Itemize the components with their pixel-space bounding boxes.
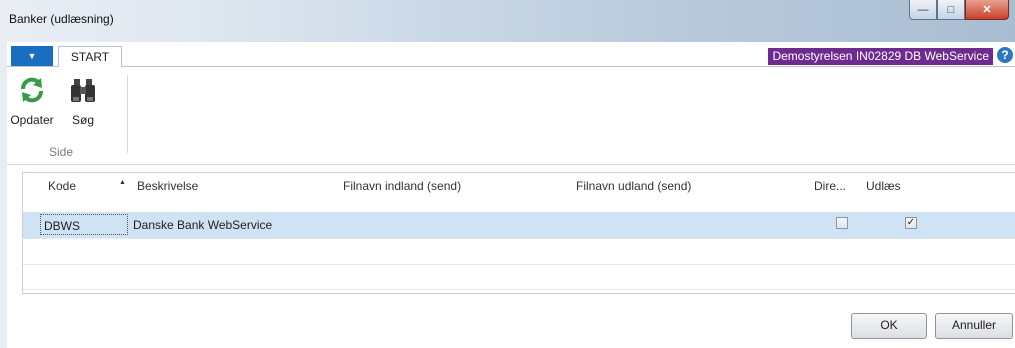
app-menu-button[interactable]: ▼	[11, 46, 53, 66]
company-badge[interactable]: Demostyrelsen IN02829 DB WebService	[768, 48, 993, 65]
tab-start[interactable]: START	[58, 46, 122, 68]
group-separator	[127, 75, 128, 153]
grid-header: Kode ▲ Beskrivelse Filnavn indland (send…	[23, 173, 1015, 201]
refresh-button[interactable]: Opdater	[9, 75, 55, 127]
beskrivelse-cell[interactable]: Danske Bank WebService	[133, 218, 272, 232]
column-header-udlaes[interactable]: Udlæs	[866, 179, 901, 193]
column-header-kode[interactable]: Kode	[48, 179, 76, 193]
bank-grid: Kode ▲ Beskrivelse Filnavn indland (send…	[22, 172, 1015, 294]
column-header-beskrivelse[interactable]: Beskrivelse	[137, 179, 198, 193]
column-header-filnavn-udland[interactable]: Filnavn udland (send)	[576, 179, 691, 193]
cancel-button[interactable]: Annuller	[935, 313, 1013, 339]
title-bar: Banker (udlæsning) — □ ✕	[0, 0, 1015, 42]
group-label: Side	[49, 145, 74, 159]
maximize-button[interactable]: □	[937, 0, 965, 20]
ribbon: Opdater Søg Side	[7, 67, 1015, 165]
help-icon[interactable]: ?	[997, 47, 1013, 63]
sort-ascending-icon: ▲	[119, 179, 126, 186]
ribbon-tabs: ▼ START Demostyrelsen IN02829 DB WebServ…	[7, 42, 1015, 68]
search-button[interactable]: Søg	[63, 75, 103, 127]
window-title: Banker (udlæsning)	[9, 12, 114, 26]
refresh-label: Opdater	[10, 113, 54, 127]
close-button[interactable]: ✕	[965, 0, 1009, 20]
refresh-icon	[21, 77, 43, 103]
search-label: Søg	[71, 113, 94, 127]
binoculars-icon	[71, 79, 95, 102]
dire-checkbox[interactable]	[836, 217, 848, 229]
udlaes-checkbox[interactable]: ✓	[905, 217, 917, 229]
column-header-filnavn-indland[interactable]: Filnavn indland (send)	[343, 179, 461, 193]
minimize-button[interactable]: —	[909, 0, 937, 20]
empty-row[interactable]	[23, 264, 1015, 290]
empty-row[interactable]	[23, 238, 1015, 265]
window-border	[0, 42, 7, 348]
window-controls: — □ ✕	[909, 0, 1009, 21]
column-header-dire[interactable]: Dire...	[814, 179, 846, 193]
kode-cell[interactable]: DBWS	[40, 214, 128, 235]
table-row[interactable]: DBWS Danske Bank WebService ✓	[23, 212, 1015, 238]
ok-button[interactable]: OK	[851, 313, 927, 339]
